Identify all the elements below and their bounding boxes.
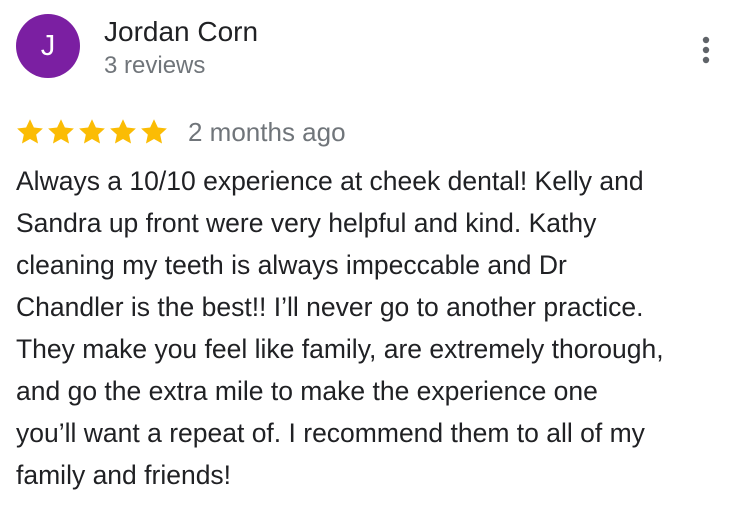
review-card: J Jordan Corn 3 reviews 2 months ago Alw… bbox=[0, 0, 740, 508]
review-text-line: Sandra up front were very helpful and ki… bbox=[16, 208, 597, 238]
more-options-button[interactable] bbox=[692, 30, 720, 70]
review-text-line: Always a 10/10 experience at cheek denta… bbox=[16, 166, 644, 196]
review-text-line: family and friends! bbox=[16, 460, 232, 490]
avatar-initial: J bbox=[40, 29, 56, 62]
star-icon bbox=[17, 119, 43, 144]
review-text-line: They make you feel like family, are extr… bbox=[16, 334, 664, 364]
review-text-line: Chandler is the best!! I’ll never go to … bbox=[16, 292, 644, 322]
star-icon bbox=[141, 119, 167, 144]
star-icon bbox=[48, 119, 74, 144]
star-icon bbox=[79, 119, 105, 144]
reviewer-name[interactable]: Jordan Corn bbox=[104, 14, 258, 50]
review-text-line: and go the extra mile to make the experi… bbox=[16, 376, 598, 406]
reviewer-review-count[interactable]: 3 reviews bbox=[104, 50, 205, 82]
review-text-line: you’ll want a repeat of. I recommend the… bbox=[16, 418, 645, 448]
review-text-line: cleaning my teeth is always impeccable a… bbox=[16, 250, 567, 280]
avatar[interactable]: J bbox=[16, 14, 80, 78]
more-vert-icon bbox=[702, 36, 710, 64]
review-text: Always a 10/10 experience at cheek denta… bbox=[16, 160, 728, 496]
star-rating bbox=[15, 117, 170, 147]
star-icon bbox=[110, 119, 136, 144]
review-date: 2 months ago bbox=[188, 117, 346, 147]
